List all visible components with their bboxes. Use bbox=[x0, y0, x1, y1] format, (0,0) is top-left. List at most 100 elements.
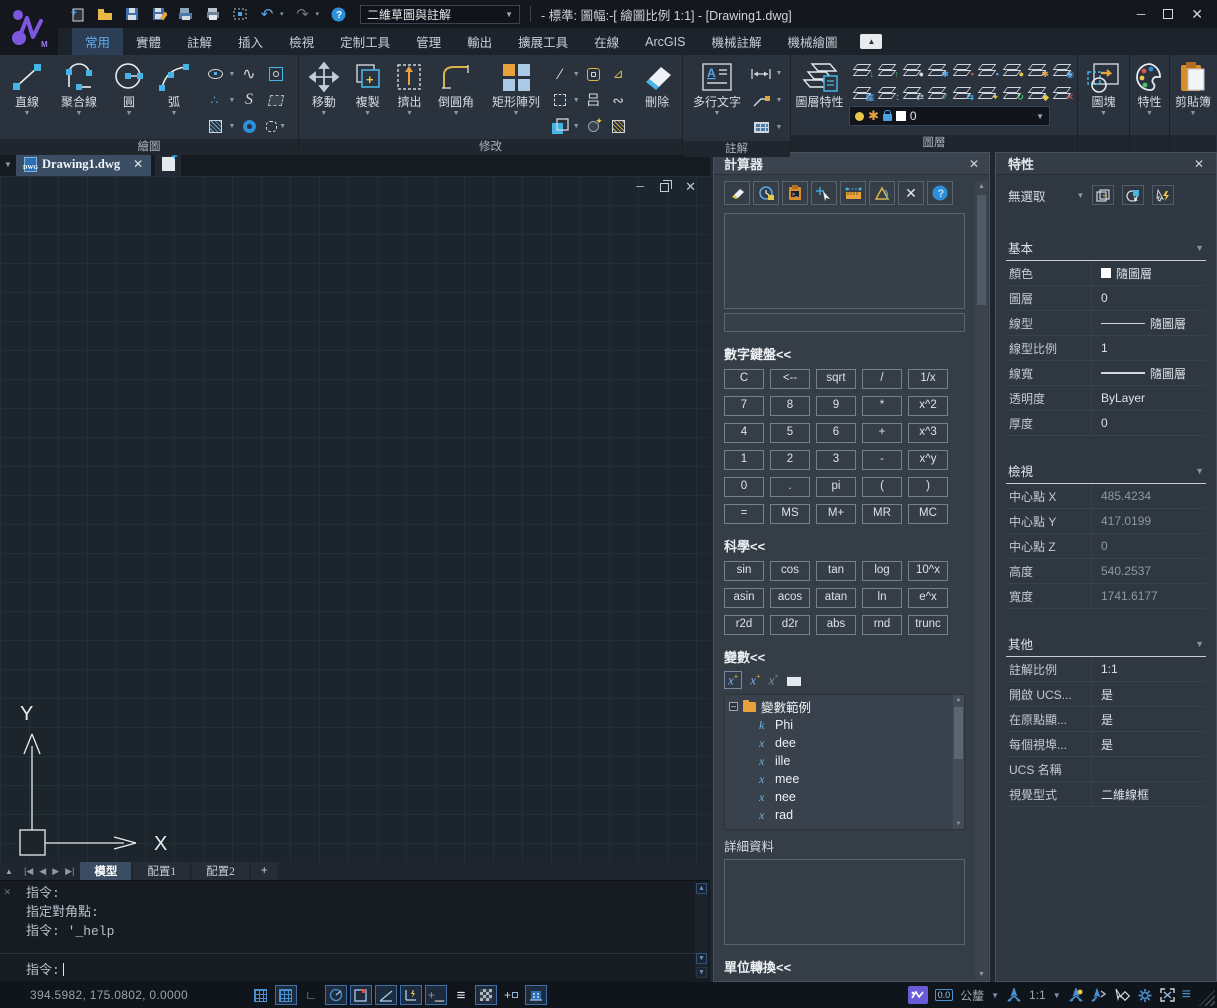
prop-row-layer[interactable]: 圖層 0 bbox=[1006, 286, 1206, 311]
ribbon-tab[interactable]: 定制工具 bbox=[327, 28, 403, 55]
calc-key[interactable]: MS bbox=[770, 504, 810, 524]
layer-freeze-icon[interactable]: ✱ bbox=[1028, 63, 1045, 76]
prop-row[interactable]: 在原點顯... 是 bbox=[1006, 707, 1206, 732]
calc-key[interactable]: rnd bbox=[862, 615, 902, 635]
merge-layer-icon[interactable]: ↻ bbox=[1003, 86, 1020, 99]
prop-row-lineweight[interactable]: 線寬 隨圖層 bbox=[1006, 361, 1206, 386]
object-snap-tracking-icon[interactable] bbox=[375, 985, 397, 1005]
chevron-down-icon[interactable]: ▼ bbox=[1195, 243, 1204, 253]
stretch-button[interactable]: 擠出 ▼ bbox=[390, 58, 430, 118]
scroll-up-icon[interactable]: ▲ bbox=[976, 181, 987, 192]
calculator-input-field[interactable] bbox=[724, 313, 965, 332]
units-format-icon[interactable]: 0.0 bbox=[935, 989, 954, 1001]
prop-row-color[interactable]: 顏色 隨圖層 bbox=[1006, 261, 1206, 286]
layer-off-icon[interactable]: ↓ bbox=[853, 63, 870, 76]
layer-color-swatch[interactable] bbox=[896, 111, 906, 121]
mirror-icon[interactable]: 吕 bbox=[583, 90, 603, 110]
prop-row[interactable]: UCS 名稱 bbox=[1006, 757, 1206, 782]
new-variable-icon[interactable]: x+ bbox=[724, 671, 742, 689]
scientific-section-label[interactable]: 科學<< bbox=[724, 536, 965, 555]
fillet-button[interactable]: 倒圓角 ▼ bbox=[429, 58, 482, 118]
calc-help-icon[interactable]: ? bbox=[927, 181, 953, 205]
prop-row[interactable]: 中心點 Y 417.0199 bbox=[1006, 509, 1206, 534]
layer-thaw-icon[interactable]: ● bbox=[1003, 63, 1020, 76]
properties-button[interactable]: 特性 ▼ bbox=[1133, 58, 1167, 118]
measure-angle-icon[interactable] bbox=[869, 181, 895, 205]
ribbon-tab[interactable]: 擴展工具 bbox=[505, 28, 581, 55]
prop-row-transparency[interactable]: 透明度 ByLayer bbox=[1006, 386, 1206, 411]
prop-row[interactable]: 寬度 1741.6177 bbox=[1006, 584, 1206, 609]
calc-key[interactable]: 10^x bbox=[908, 561, 948, 581]
calc-key[interactable]: acos bbox=[770, 588, 810, 608]
erase-button[interactable]: 刪除 ▼ bbox=[635, 58, 679, 118]
scroll-down2-icon[interactable]: ▼ bbox=[696, 967, 707, 978]
layer-walk-icon[interactable]: ◉ bbox=[1053, 63, 1070, 76]
scrollbar-thumb[interactable] bbox=[977, 195, 986, 305]
chevron-down-icon[interactable]: ▼ bbox=[229, 97, 236, 104]
calc-key[interactable]: 5 bbox=[770, 423, 810, 443]
prop-row-linetype[interactable]: 線型 隨圖層 bbox=[1006, 311, 1206, 336]
calc-key[interactable]: e^x bbox=[908, 588, 948, 608]
donut-icon[interactable] bbox=[239, 116, 259, 136]
delete-variable-icon[interactable]: x× bbox=[769, 672, 779, 688]
calc-key[interactable]: * bbox=[862, 396, 902, 416]
chevron-down-icon[interactable]: ▼ bbox=[1036, 112, 1044, 121]
new-layout-button[interactable]: + bbox=[251, 862, 278, 880]
section-basic-header[interactable]: 基本 ▼ bbox=[1006, 235, 1206, 261]
calc-key[interactable]: sin bbox=[724, 561, 764, 581]
drawing-canvas[interactable]: ─ ✕ Y X bbox=[0, 176, 710, 862]
scroll-down-icon[interactable]: ▼ bbox=[696, 953, 707, 964]
chevron-down-icon[interactable]: ▼ bbox=[229, 123, 236, 130]
wipeout-icon[interactable] bbox=[266, 90, 286, 110]
plot-icon[interactable] bbox=[178, 6, 194, 22]
variables-root[interactable]: – 變數範例 bbox=[729, 697, 964, 716]
variables-section-label[interactable]: 變數<< bbox=[724, 647, 965, 666]
change-to-current-layer-icon[interactable]: : bbox=[878, 86, 895, 99]
numpad-section-label[interactable]: 數字鍵盤<< bbox=[724, 344, 965, 363]
prop-row-ltscale[interactable]: 線型比例 1 bbox=[1006, 336, 1206, 361]
status-menu-icon[interactable]: ≡ bbox=[1182, 986, 1191, 1004]
workspace-selector[interactable]: 二維草圖與註解 ▼ bbox=[360, 5, 520, 24]
calc-key[interactable]: d2r bbox=[770, 615, 810, 635]
prop-row[interactable]: 註解比例 1:1 bbox=[1006, 657, 1206, 682]
variables-scrollbar[interactable]: ▲ ▼ bbox=[953, 695, 964, 829]
maximize-button[interactable] bbox=[1163, 9, 1173, 19]
chevron-down-icon[interactable]: ▼ bbox=[991, 991, 999, 1000]
save-as-icon[interactable] bbox=[151, 6, 167, 22]
new-file-icon[interactable]: + bbox=[70, 6, 86, 22]
calc-key[interactable]: 4 bbox=[724, 423, 764, 443]
doc-minimize-icon[interactable]: ─ bbox=[636, 182, 644, 192]
get-coordinates-icon[interactable] bbox=[811, 181, 837, 205]
layer-properties-button[interactable]: 圖層特性 bbox=[794, 58, 845, 109]
annotation-monitor-icon[interactable] bbox=[525, 985, 547, 1005]
lock-fade-icon[interactable]: ◆ bbox=[1028, 86, 1045, 99]
command-prompt[interactable]: 指令: bbox=[26, 959, 64, 978]
calc-key[interactable]: abs bbox=[816, 615, 856, 635]
close-command-icon[interactable]: ✕ bbox=[4, 885, 11, 899]
chevron-down-icon[interactable]: ▼ bbox=[776, 124, 783, 131]
calc-key[interactable]: tan bbox=[816, 561, 856, 581]
close-calculator-icon[interactable]: ✕ bbox=[969, 157, 979, 171]
variable-item[interactable]: x rad bbox=[729, 806, 964, 824]
prop-row[interactable]: 中心點 X 485.4234 bbox=[1006, 484, 1206, 509]
calc-key[interactable]: cos bbox=[770, 561, 810, 581]
selection-filter-icon[interactable] bbox=[1114, 988, 1130, 1002]
ribbon-tab[interactable]: 檢視 bbox=[276, 28, 327, 55]
calc-key[interactable]: 7 bbox=[724, 396, 764, 416]
calc-key[interactable]: MR bbox=[862, 504, 902, 524]
calc-key[interactable]: 2 bbox=[770, 450, 810, 470]
polyline-button[interactable]: 聚合線 ▼ bbox=[51, 58, 107, 118]
revision-cloud-icon[interactable]: ∿ bbox=[239, 64, 259, 84]
undo-dropdown-icon[interactable]: ▾ bbox=[280, 10, 284, 18]
layout-tab[interactable]: 模型 bbox=[80, 862, 131, 880]
command-scrollbar[interactable]: ▲ ▼ ▼ bbox=[695, 883, 708, 978]
ribbon-tab[interactable]: 在線 bbox=[581, 28, 632, 55]
ribbon-tab[interactable]: ArcGIS bbox=[632, 28, 698, 55]
tab-list-icon[interactable]: ▼ bbox=[0, 152, 16, 176]
ortho-mode-icon[interactable]: ∟ bbox=[300, 985, 322, 1005]
calc-key[interactable]: 1 bbox=[724, 450, 764, 470]
calc-key[interactable]: 6 bbox=[816, 423, 856, 443]
line-button[interactable]: 直線 ▼ bbox=[3, 58, 51, 118]
calc-key[interactable]: r2d bbox=[724, 615, 764, 635]
calculator-scrollbar[interactable]: ▲ ▼ bbox=[975, 181, 988, 980]
